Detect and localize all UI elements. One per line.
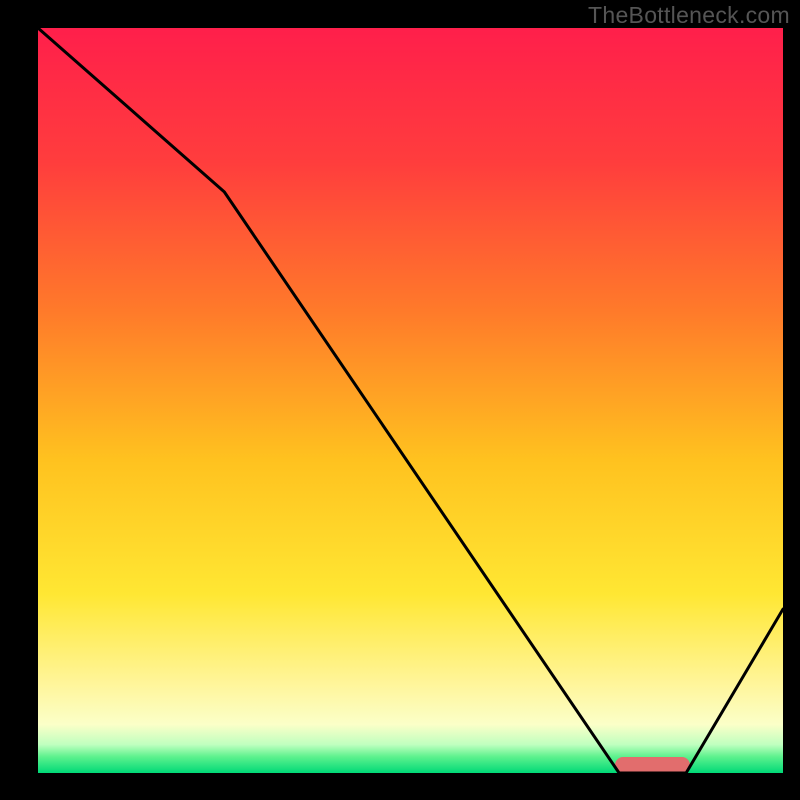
chart-container: TheBottleneck.com bbox=[0, 0, 800, 800]
plot-area bbox=[38, 28, 783, 773]
bottleneck-curve bbox=[38, 28, 783, 773]
watermark-label: TheBottleneck.com bbox=[588, 2, 790, 29]
